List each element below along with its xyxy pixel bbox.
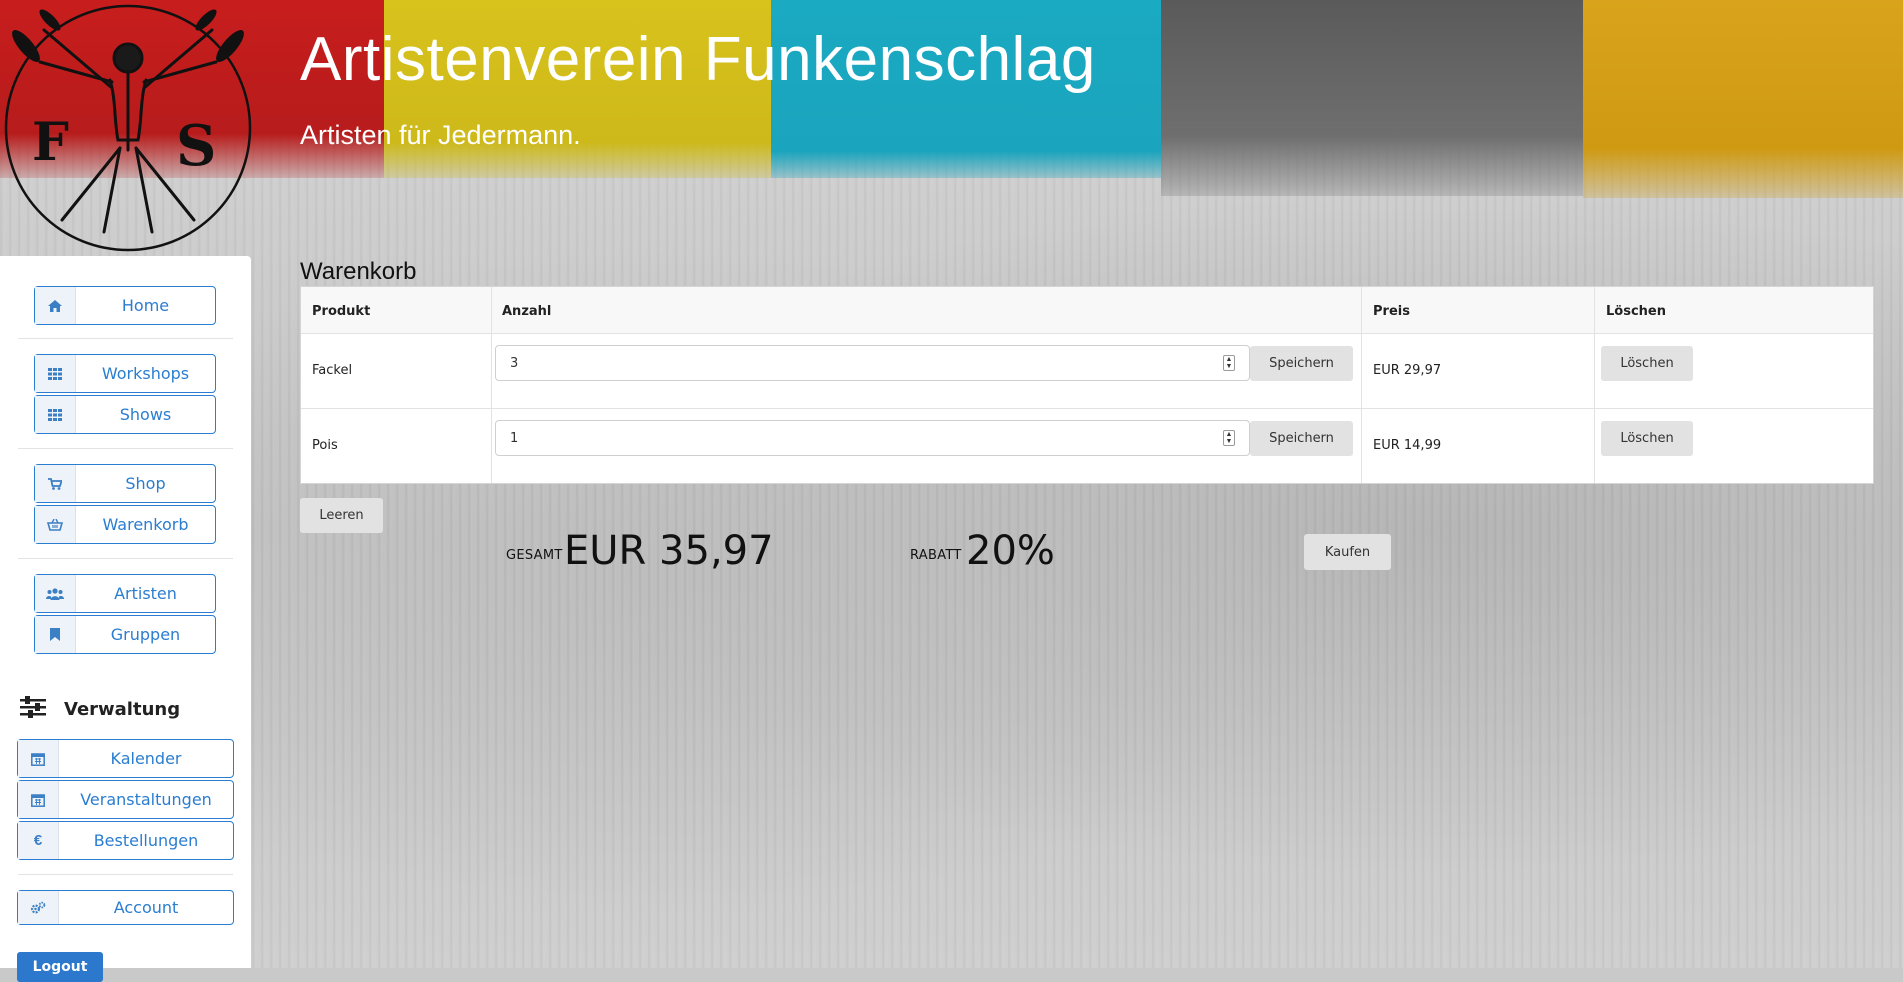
product-price: EUR 14,99 <box>1373 438 1442 453</box>
column-header-loeschen: Löschen <box>1606 304 1666 319</box>
column-header-produkt: Produkt <box>312 304 371 319</box>
users-icon <box>35 575 76 612</box>
sliders-icon <box>20 696 46 723</box>
grid-icon <box>35 355 76 392</box>
sidebar-item-label: Artisten <box>114 584 177 603</box>
sidebar-item-veranstaltungen[interactable]: Veranstaltungen <box>17 780 234 819</box>
divider <box>18 874 233 875</box>
banner-gray-band <box>1161 0 1583 196</box>
discount-label: RABATT <box>910 548 962 563</box>
divider <box>18 338 233 339</box>
row-divider <box>301 408 1873 409</box>
sidebar: Home Workshops Shows Shop Warenkorb Arti… <box>0 256 251 982</box>
column-divider <box>1361 287 1362 483</box>
gears-icon <box>18 891 59 924</box>
spinner-arrows-icon[interactable]: ▲ ▼ <box>1223 430 1235 446</box>
save-button[interactable]: Speichern <box>1250 346 1353 381</box>
euro-icon: € <box>18 822 59 859</box>
sidebar-item-shop[interactable]: Shop <box>34 464 216 503</box>
sidebar-item-label: Gruppen <box>110 625 181 644</box>
site-subtitle: Artisten für Jedermann. <box>300 120 581 150</box>
basket-icon <box>35 506 76 543</box>
row-divider <box>301 333 1873 334</box>
logo-letter-f: F <box>32 112 69 173</box>
calendar-icon <box>18 781 59 818</box>
sidebar-item-label: Shows <box>119 405 172 424</box>
sidebar-item-warenkorb[interactable]: Warenkorb <box>34 505 216 544</box>
save-button[interactable]: Speichern <box>1250 421 1353 456</box>
cart-icon <box>35 465 76 502</box>
product-name: Fackel <box>312 363 353 378</box>
sidebar-item-label: Account <box>113 898 179 917</box>
delete-button[interactable]: Löschen <box>1601 421 1693 456</box>
quantity-value: 3 <box>510 356 519 371</box>
sidebar-item-label: Kalender <box>110 749 182 768</box>
column-header-preis: Preis <box>1373 304 1410 319</box>
admin-section-label: Verwaltung <box>64 699 181 720</box>
sidebar-item-artisten[interactable]: Artisten <box>34 574 216 613</box>
spinner-arrows-icon[interactable]: ▲ ▼ <box>1223 355 1235 371</box>
sidebar-item-shows[interactable]: Shows <box>34 395 216 434</box>
admin-section-heading: Verwaltung <box>20 696 180 723</box>
column-divider <box>491 287 492 483</box>
sidebar-item-home[interactable]: Home <box>34 286 216 325</box>
quantity-stepper[interactable]: 3 ▲ ▼ <box>495 345 1250 381</box>
clear-cart-button[interactable]: Leeren <box>300 498 383 533</box>
calendar-icon <box>18 740 59 777</box>
grid-icon <box>35 396 76 433</box>
logout-button[interactable]: Logout <box>17 952 103 982</box>
sidebar-item-label: Warenkorb <box>102 515 189 534</box>
banner-orange-band <box>1583 0 1903 198</box>
quantity-value: 1 <box>510 431 519 446</box>
home-icon <box>35 287 76 324</box>
logo-letter-s: S <box>176 113 216 179</box>
total-value: EUR 35,97 <box>564 528 774 574</box>
sidebar-item-bestellungen[interactable]: € Bestellungen <box>17 821 234 860</box>
site-title: Artistenverein Funkenschlag <box>300 25 1096 94</box>
bookmark-icon <box>35 616 76 653</box>
cart-table: Produkt Anzahl Preis Löschen Fackel 3 ▲ ▼… <box>300 286 1874 484</box>
total-label: GESAMT <box>506 548 563 563</box>
sidebar-item-gruppen[interactable]: Gruppen <box>34 615 216 654</box>
sidebar-item-label: Workshops <box>101 364 190 383</box>
quantity-stepper[interactable]: 1 ▲ ▼ <box>495 420 1250 456</box>
divider <box>18 448 233 449</box>
sidebar-item-label: Veranstaltungen <box>80 790 212 809</box>
column-divider <box>1594 287 1595 483</box>
column-header-anzahl: Anzahl <box>502 304 552 319</box>
sidebar-item-label: Bestellungen <box>93 831 199 850</box>
sidebar-item-kalender[interactable]: Kalender <box>17 739 234 778</box>
sidebar-item-label: Shop <box>125 474 166 493</box>
cart-title: Warenkorb <box>300 258 417 285</box>
sidebar-item-workshops[interactable]: Workshops <box>34 354 216 393</box>
sidebar-item-account[interactable]: Account <box>17 890 234 925</box>
logo[interactable]: F S <box>0 0 256 256</box>
product-name: Pois <box>312 438 338 453</box>
delete-button[interactable]: Löschen <box>1601 346 1693 381</box>
buy-button[interactable]: Kaufen <box>1304 534 1391 570</box>
sidebar-item-label: Home <box>121 296 170 315</box>
divider <box>18 558 233 559</box>
product-price: EUR 29,97 <box>1373 363 1442 378</box>
discount-value: 20% <box>966 528 1055 574</box>
